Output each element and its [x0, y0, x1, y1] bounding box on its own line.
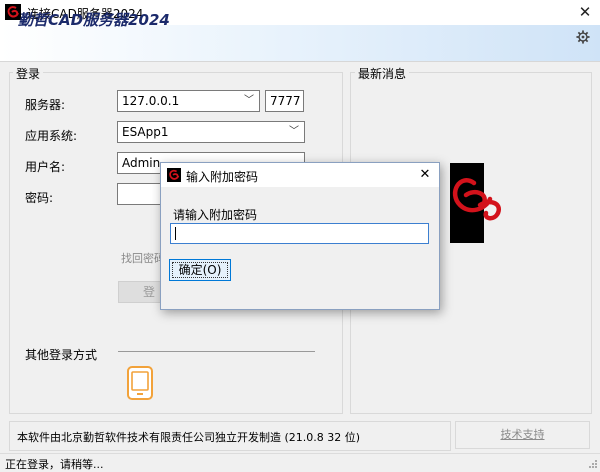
login-group-title: 登录	[13, 65, 44, 82]
additional-password-input[interactable]	[170, 223, 429, 244]
window-close-button[interactable]: ✕	[570, 0, 600, 25]
password-label: 密码:	[25, 191, 54, 205]
other-login-label: 其他登录方式	[25, 348, 98, 362]
dialog-prompt-label: 请输入附加密码	[173, 208, 258, 222]
app-system-select[interactable]: ESApp1 ﹀	[117, 121, 305, 143]
chevron-down-icon: ﹀	[244, 95, 254, 106]
chevron-down-icon: ﹀	[289, 126, 299, 137]
app-system-label: 应用系统:	[25, 129, 78, 143]
server-label: 服务器:	[25, 98, 66, 112]
server-select-value: 127.0.0.1	[122, 94, 180, 108]
banner-title: 勤哲CAD服务器2024	[18, 11, 170, 29]
additional-password-dialog: 输入附加密码 ✕ 请输入附加密码 确定(O)	[160, 162, 440, 310]
app-system-select-value: ESApp1	[122, 125, 169, 139]
tech-support-button[interactable]: 技术支持	[455, 421, 590, 449]
divider	[118, 351, 315, 352]
username-label: 用户名:	[25, 160, 66, 174]
forgot-password-link[interactable]: 找回密码	[121, 250, 165, 266]
text-caret	[175, 227, 176, 240]
gear-icon[interactable]	[576, 30, 590, 44]
dialog-title: 输入附加密码	[186, 170, 259, 184]
app-logo-icon	[167, 168, 181, 182]
status-text: 正在登录，请稍等...	[5, 458, 104, 471]
company-logo-icon	[450, 163, 502, 243]
banner	[0, 25, 600, 62]
news-group-title: 最新消息	[355, 65, 410, 82]
port-input[interactable]: 7777	[265, 90, 304, 112]
server-select[interactable]: 127.0.0.1 ﹀	[117, 90, 260, 112]
footer-copyright: 本软件由北京勤哲软件技术有限责任公司独立开发制造 (21.0.8 32 位)	[17, 431, 361, 444]
resize-grip-icon[interactable]	[588, 459, 598, 469]
focus-ring	[172, 262, 228, 278]
dialog-close-button[interactable]: ✕	[413, 163, 437, 187]
mobile-phone-icon[interactable]	[126, 366, 154, 400]
ok-button[interactable]: 确定(O)	[169, 259, 231, 281]
